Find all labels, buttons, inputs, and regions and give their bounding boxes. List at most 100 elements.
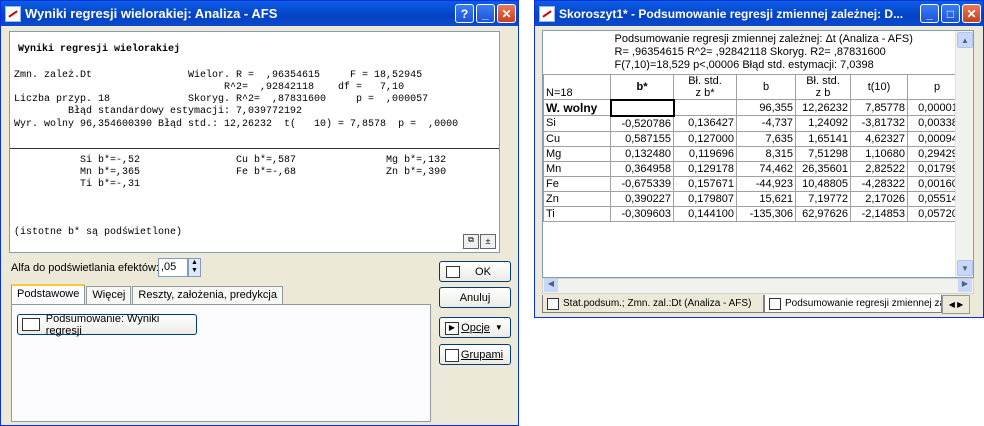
table-row[interactable]: Fe -0,675339 0,157671 -44,923 10,48805 -… bbox=[543, 175, 967, 192]
cell[interactable]: 2,17026 bbox=[850, 190, 908, 207]
cell[interactable]: 0,132480 bbox=[610, 145, 674, 162]
table-row[interactable]: Mn 0,364958 0,129178 74,462 26,35601 2,8… bbox=[543, 160, 967, 177]
cell[interactable]: 7,635 bbox=[736, 130, 796, 147]
close-icon[interactable]: ✕ bbox=[497, 4, 516, 23]
results-table: Podsumowanie regresji zmiennej zależnej:… bbox=[543, 31, 967, 222]
expand-icon[interactable]: ± bbox=[480, 234, 496, 249]
cell[interactable]: 0,390227 bbox=[610, 190, 674, 207]
cell[interactable]: 0,157671 bbox=[673, 175, 737, 192]
workbook-tabs: Stat.podsum.; Zmn. zal.:Dt (Analiza - AF… bbox=[542, 295, 982, 314]
sheet-tab-summary-stats[interactable]: Stat.podsum.; Zmn. zal.:Dt (Analiza - AF… bbox=[542, 295, 764, 313]
significance-note: (istotne b* są podświetlone) bbox=[14, 227, 183, 238]
groups-icon bbox=[445, 349, 459, 362]
cell[interactable]: 96,355 bbox=[736, 99, 796, 116]
table-row[interactable]: Ti -0,309603 0,144100 -135,306 62,97626 … bbox=[543, 205, 967, 222]
cell[interactable]: 15,621 bbox=[736, 190, 796, 207]
cell[interactable]: -2,14853 bbox=[850, 205, 908, 222]
output-heading: Wyniki regresji wielorakiej bbox=[18, 44, 181, 55]
cell[interactable]: -44,923 bbox=[736, 175, 796, 192]
cell[interactable]: 0,119696 bbox=[673, 145, 737, 162]
cell[interactable]: 7,85778 bbox=[850, 99, 908, 116]
col-label: t(10) bbox=[867, 81, 891, 93]
cell[interactable]: 7,51298 bbox=[795, 145, 851, 162]
cell[interactable]: 0,364958 bbox=[610, 160, 674, 177]
col-label: Bł. std. bbox=[688, 75, 722, 87]
table-row[interactable]: Zn 0,390227 0,179807 15,621 7,19772 2,17… bbox=[543, 190, 967, 207]
cell[interactable]: 7,19772 bbox=[795, 190, 851, 207]
cell[interactable]: 0,179807 bbox=[673, 190, 737, 207]
row-label: Zn bbox=[543, 190, 611, 207]
sheet-tab-regression-summary[interactable]: Podsumowanie regresji zmiennej zależ bbox=[764, 295, 942, 313]
options-button[interactable]: ▶ Opcje ▼ bbox=[439, 317, 511, 338]
minimize-icon[interactable]: _ bbox=[476, 4, 495, 23]
cell[interactable]: 0,136427 bbox=[673, 115, 737, 132]
cell[interactable]: 0,587155 bbox=[610, 130, 674, 147]
cancel-button[interactable]: Anuluj bbox=[439, 287, 511, 308]
results-spreadsheet[interactable]: Podsumowanie regresji zmiennej zależnej:… bbox=[542, 30, 974, 278]
summary-button[interactable]: Podsumowanie: Wyniki regresji bbox=[17, 313, 197, 337]
cell[interactable] bbox=[609, 98, 675, 117]
table-row[interactable]: Si -0,520786 0,136427 -4,737 1,24092 -3,… bbox=[543, 115, 967, 132]
col-label: b* bbox=[636, 80, 648, 93]
col-label: b bbox=[762, 81, 770, 93]
cell[interactable]: -0,675339 bbox=[610, 175, 674, 192]
table-row[interactable]: Mg 0,132480 0,119696 8,315 7,51298 1,106… bbox=[543, 145, 967, 162]
scroll-left-icon[interactable]: ◀ bbox=[544, 279, 558, 292]
col-header[interactable]: b* bbox=[610, 74, 674, 100]
col-header[interactable]: Bł. std. z b bbox=[795, 74, 851, 100]
table-row[interactable]: W. wolny 96,355 12,26232 7,85778 0,00001… bbox=[543, 98, 967, 117]
cell[interactable]: 1,65141 bbox=[795, 130, 851, 147]
cell[interactable]: 1,10680 bbox=[850, 145, 908, 162]
cell[interactable]: 62,97626 bbox=[795, 205, 851, 222]
tab-residuals[interactable]: Reszty, założenia, predykcja bbox=[132, 286, 283, 304]
cell[interactable]: 1,24092 bbox=[795, 115, 851, 132]
cell[interactable]: 4,62327 bbox=[850, 130, 908, 147]
cell[interactable]: 26,35601 bbox=[795, 160, 851, 177]
vertical-scrollbar[interactable]: ▲ ▼ bbox=[955, 31, 973, 277]
cell[interactable]: 8,315 bbox=[736, 145, 796, 162]
ok-label: OK bbox=[475, 265, 491, 278]
cell[interactable]: -3,81732 bbox=[850, 115, 908, 132]
table-row[interactable]: Cu 0,587155 0,127000 7,635 1,65141 4,623… bbox=[543, 130, 967, 147]
dialog-titlebar[interactable]: Wyniki regresji wielorakiej: Analiza - A… bbox=[1, 1, 518, 26]
cell[interactable]: 10,48805 bbox=[795, 175, 851, 192]
tab-basic[interactable]: Podstawowe bbox=[11, 284, 86, 304]
workbook-titlebar[interactable]: Skoroszyt1* - Podsumowanie regresji zmie… bbox=[535, 1, 983, 26]
regression-results-dialog: Wyniki regresji wielorakiej: Analiza - A… bbox=[0, 0, 519, 426]
help-icon[interactable]: ? bbox=[455, 4, 474, 23]
cell[interactable]: 0,127000 bbox=[673, 130, 737, 147]
sheet-tab-label: Stat.podsum.; Zmn. zal.:Dt (Analiza - AF… bbox=[563, 298, 752, 309]
sheet-icon bbox=[769, 297, 781, 310]
cell[interactable]: 12,26232 bbox=[795, 99, 851, 116]
cell[interactable]: -0,309603 bbox=[610, 205, 674, 222]
tab-more[interactable]: Więcej bbox=[86, 286, 132, 304]
minimize-icon[interactable]: _ bbox=[920, 4, 939, 23]
cell[interactable] bbox=[673, 99, 737, 116]
scroll-up-icon[interactable]: ▲ bbox=[957, 32, 973, 48]
groups-button[interactable]: Grupami bbox=[439, 344, 511, 365]
col-header[interactable]: t(10) bbox=[850, 74, 908, 100]
cell[interactable]: -135,306 bbox=[736, 205, 796, 222]
cell[interactable]: -4,28322 bbox=[850, 175, 908, 192]
alpha-spinner[interactable]: ▲ ▼ bbox=[188, 258, 201, 277]
copy-icon[interactable]: ⧉ bbox=[463, 234, 479, 249]
col-header[interactable]: Bł. std. z b* bbox=[673, 74, 737, 100]
col-header[interactable]: b bbox=[736, 74, 796, 100]
alpha-input[interactable]: ,05 bbox=[158, 258, 188, 277]
cell[interactable]: 74,462 bbox=[736, 160, 796, 177]
maximize-icon[interactable]: □ bbox=[941, 4, 960, 23]
n-label: N=18 bbox=[543, 74, 611, 100]
cell[interactable]: 0,144100 bbox=[673, 205, 737, 222]
tab-scroll-icon[interactable]: ◀ ▶ bbox=[942, 295, 970, 314]
scroll-right-icon[interactable]: ▶ bbox=[958, 279, 972, 292]
cell[interactable]: -4,737 bbox=[736, 115, 796, 132]
close-icon[interactable]: ✕ bbox=[962, 4, 981, 23]
ok-button[interactable]: OK bbox=[439, 261, 511, 282]
table-header-line-1: Podsumowanie regresji zmiennej zależnej:… bbox=[614, 33, 913, 45]
cell[interactable]: 0,129178 bbox=[673, 160, 737, 177]
horizontal-scrollbar[interactable]: ◀ ▶ bbox=[542, 278, 974, 294]
cell[interactable]: 2,82522 bbox=[850, 160, 908, 177]
cell[interactable]: -0,520786 bbox=[610, 115, 674, 132]
col-label: p bbox=[933, 81, 941, 93]
scroll-down-icon[interactable]: ▼ bbox=[957, 260, 973, 276]
